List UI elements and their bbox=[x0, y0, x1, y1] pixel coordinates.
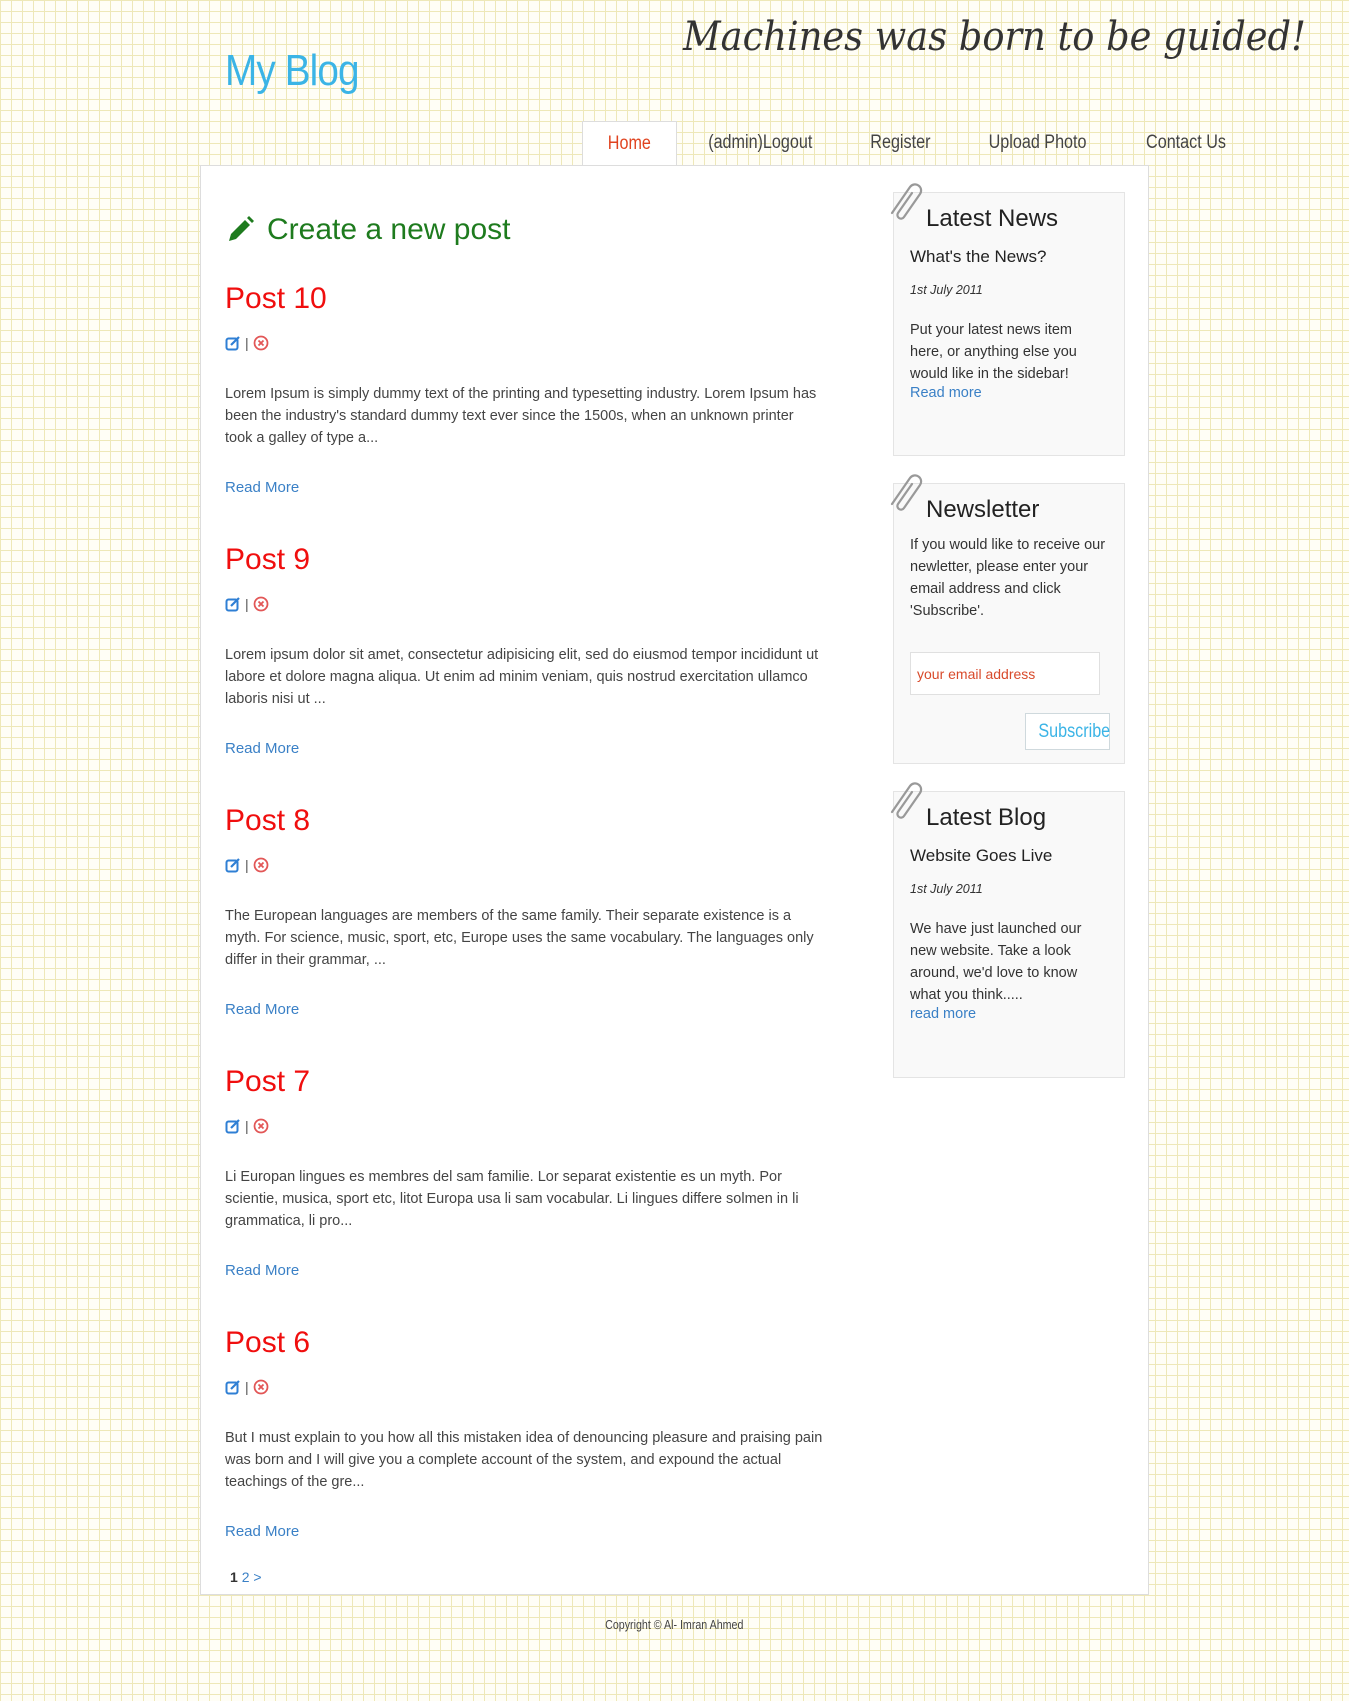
create-post-link[interactable]: Create a new post bbox=[225, 205, 825, 255]
paperclip-icon bbox=[890, 782, 923, 819]
pagination: 1 2 > bbox=[230, 1569, 262, 1585]
nav-upload-photo[interactable]: Upload Photo bbox=[958, 121, 1117, 166]
read-more-link[interactable]: Read More bbox=[225, 1523, 825, 1540]
create-post-label: Create a new post bbox=[267, 213, 511, 246]
nav-register[interactable]: Register bbox=[843, 121, 958, 166]
newsletter-widget: Newsletter If you would like to receive … bbox=[890, 474, 1125, 764]
post-actions: | bbox=[225, 855, 825, 875]
main-nav: Home (admin)Logout Register Upload Photo… bbox=[582, 121, 1255, 166]
widget-title: Latest News bbox=[926, 205, 1059, 232]
nav-upload-photo-label: Upload Photo bbox=[988, 132, 1087, 153]
post-title[interactable]: Post 9 bbox=[225, 540, 825, 580]
news-text: Put your latest news item here, or anyth… bbox=[910, 322, 1077, 382]
action-separator: | bbox=[245, 1118, 249, 1134]
post-excerpt: The European languages are members of th… bbox=[225, 908, 814, 968]
edit-icon[interactable] bbox=[225, 857, 241, 873]
latest-blog-widget: Latest Blog Website Goes Live 1st July 2… bbox=[890, 782, 1125, 1078]
blog-headline: Website Goes Live bbox=[910, 846, 1053, 865]
nav-logout-label: (admin)Logout bbox=[707, 132, 813, 153]
blog-date: 1st July 2011 bbox=[910, 882, 983, 896]
edit-icon[interactable] bbox=[225, 1118, 241, 1134]
post-actions: | bbox=[225, 594, 825, 614]
post-title[interactable]: Post 6 bbox=[225, 1323, 825, 1363]
post-item: Post 10 | Lorem Ipsum is simply dummy te… bbox=[225, 279, 825, 516]
widget-title: Newsletter bbox=[926, 496, 1040, 523]
post-item: Post 6 | But I must explain to you how a… bbox=[225, 1323, 825, 1560]
newsletter-text: If you would like to receive our newlett… bbox=[910, 537, 1106, 619]
action-separator: | bbox=[245, 596, 249, 612]
post-excerpt: But I must explain to you how all this m… bbox=[225, 1430, 823, 1490]
copyright-text: Copyright © Al- Imran Ahmed bbox=[605, 1617, 744, 1632]
delete-icon[interactable] bbox=[253, 857, 269, 873]
page-2-link[interactable]: 2 bbox=[242, 1569, 250, 1585]
post-title[interactable]: Post 8 bbox=[225, 801, 825, 841]
post-excerpt: Lorem ipsum dolor sit amet, consectetur … bbox=[225, 647, 819, 707]
delete-icon[interactable] bbox=[253, 596, 269, 612]
nav-register-label: Register bbox=[870, 132, 931, 153]
delete-icon[interactable] bbox=[253, 1118, 269, 1134]
post-excerpt: Li Europan lingues es membres del sam fa… bbox=[225, 1169, 799, 1229]
action-separator: | bbox=[245, 1379, 249, 1395]
footer: Copyright © Al- Imran Ahmed bbox=[0, 1617, 1349, 1632]
nav-contact-us-label: Contact Us bbox=[1146, 132, 1227, 153]
blog-text: We have just launched our new website. T… bbox=[910, 921, 1082, 1003]
edit-icon[interactable] bbox=[225, 596, 241, 612]
post-actions: | bbox=[225, 1377, 825, 1397]
post-list: Create a new post Post 10 | Lorem Ipsum … bbox=[225, 205, 825, 1560]
read-more-link[interactable]: Read More bbox=[225, 1001, 825, 1018]
post-title[interactable]: Post 10 bbox=[225, 279, 825, 319]
latest-news-widget: Latest News What's the News? 1st July 20… bbox=[890, 183, 1125, 456]
paperclip-icon bbox=[890, 474, 923, 511]
post-item: Post 8 | The European languages are memb… bbox=[225, 801, 825, 1038]
subscribe-button[interactable]: Subscribe bbox=[1025, 713, 1110, 750]
post-item: Post 9 | Lorem ipsum dolor sit amet, con… bbox=[225, 540, 825, 777]
read-more-link[interactable]: Read More bbox=[225, 1262, 825, 1279]
news-date: 1st July 2011 bbox=[910, 283, 983, 297]
paperclip-icon bbox=[890, 183, 923, 220]
widget-title: Latest Blog bbox=[926, 804, 1047, 831]
post-item: Post 7 | Li Europan lingues es membres d… bbox=[225, 1062, 825, 1299]
blog-read-more-link[interactable]: read more bbox=[910, 1006, 1108, 1022]
action-separator: | bbox=[245, 857, 249, 873]
site-title[interactable]: My Blog bbox=[225, 46, 360, 96]
post-title[interactable]: Post 7 bbox=[225, 1062, 825, 1102]
post-actions: | bbox=[225, 1116, 825, 1136]
subscribe-label: Subscribe bbox=[1038, 720, 1111, 742]
next-page-link[interactable]: > bbox=[253, 1569, 261, 1585]
pencil-icon bbox=[229, 216, 254, 241]
site-tagline: Machines was born to be guided! bbox=[683, 14, 1306, 60]
nav-logout[interactable]: (admin)Logout bbox=[677, 121, 844, 166]
news-read-more-link[interactable]: Read more bbox=[910, 385, 1108, 401]
action-separator: | bbox=[245, 335, 249, 351]
read-more-link[interactable]: Read More bbox=[225, 479, 825, 496]
news-headline: What's the News? bbox=[910, 247, 1047, 266]
edit-icon[interactable] bbox=[225, 1379, 241, 1395]
page-current: 1 bbox=[230, 1569, 238, 1585]
nav-home[interactable]: Home bbox=[582, 121, 677, 166]
post-excerpt: Lorem Ipsum is simply dummy text of the … bbox=[225, 386, 817, 446]
nav-contact-us[interactable]: Contact Us bbox=[1117, 121, 1255, 166]
nav-home-label: Home bbox=[607, 133, 651, 154]
read-more-link[interactable]: Read More bbox=[225, 740, 825, 757]
delete-icon[interactable] bbox=[253, 335, 269, 351]
edit-icon[interactable] bbox=[225, 335, 241, 351]
delete-icon[interactable] bbox=[253, 1379, 269, 1395]
post-actions: | bbox=[225, 333, 825, 353]
email-input[interactable] bbox=[910, 652, 1100, 695]
